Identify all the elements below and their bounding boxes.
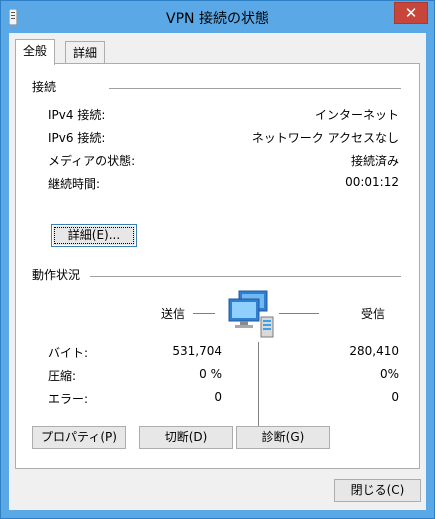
activity-divider (90, 276, 401, 277)
connection-heading: 接続 (32, 80, 57, 94)
close-button[interactable]: 閉じる(C) (334, 479, 421, 502)
tab-panel-general: 接続 IPv4 接続: インターネット IPv6 接続: ネットワーク アクセス… (15, 63, 420, 469)
bytes-label: バイト: (48, 346, 89, 360)
compression-label: 圧縮: (48, 369, 77, 383)
compression-received-value: 0% (379, 367, 399, 381)
title-bar[interactable]: VPN 接続の状態 ✕ (1, 1, 434, 34)
duration-label: 継続時間: (48, 177, 101, 191)
ipv6-value: ネットワーク アクセスなし (251, 131, 399, 145)
received-connector-line (279, 313, 319, 314)
received-label: 受信 (361, 307, 386, 321)
dialog-client-area: 全般 詳細 接続 IPv4 接続: インターネット IPv6 接続: ネットワー… (9, 33, 426, 510)
details-button[interactable]: 詳細(E)... (51, 224, 137, 247)
duration-value: 00:01:12 (345, 175, 399, 189)
tab-general[interactable]: 全般 (15, 39, 56, 65)
window-title: VPN 接続の状態 (166, 11, 269, 27)
compression-sent-value: 0 % (199, 367, 222, 381)
network-computers-icon (228, 290, 274, 338)
ipv6-label: IPv6 接続: (48, 131, 106, 145)
properties-button[interactable]: プロパティ(P) (32, 426, 126, 449)
disconnect-button[interactable]: 切断(D) (139, 426, 233, 449)
activity-center-divider (258, 342, 259, 437)
bytes-received-value: 280,410 (349, 344, 399, 358)
ipv4-label: IPv4 接続: (48, 108, 106, 122)
media-state-value: 接続済み (350, 154, 399, 168)
vpn-status-window: VPN 接続の状態 ✕ 全般 詳細 接続 IPv4 接続: インターネット IP… (0, 0, 435, 519)
errors-label: エラー: (48, 392, 89, 406)
close-icon[interactable]: ✕ (394, 2, 428, 24)
errors-received-value: 0 (391, 390, 399, 404)
diagnose-button[interactable]: 診断(G) (236, 426, 330, 449)
sent-connector-line (193, 313, 215, 314)
connection-divider (109, 88, 401, 89)
ipv4-value: インターネット (314, 108, 399, 122)
sent-label: 送信 (161, 307, 186, 321)
activity-heading: 動作状況 (32, 268, 81, 282)
tab-details[interactable]: 詳細 (65, 41, 106, 64)
errors-sent-value: 0 (214, 390, 222, 404)
bytes-sent-value: 531,704 (172, 344, 222, 358)
media-state-label: メディアの状態: (48, 154, 136, 168)
